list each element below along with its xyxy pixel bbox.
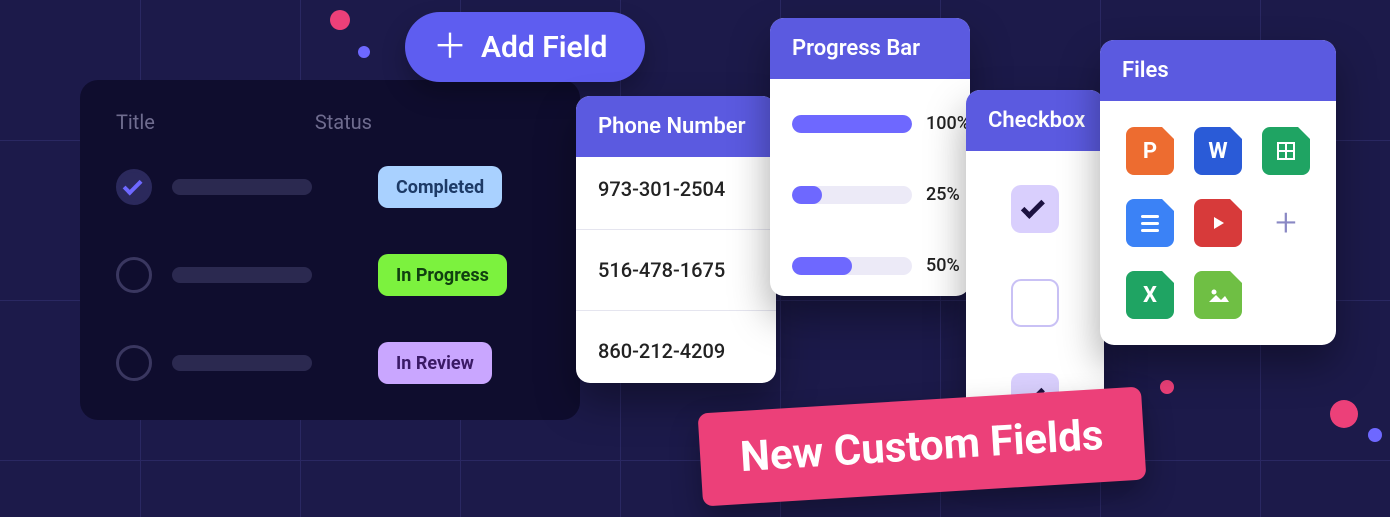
- phone-value: 973-301-2504: [598, 177, 754, 201]
- progress-track[interactable]: [792, 186, 912, 204]
- card-title: Checkbox: [966, 90, 1104, 151]
- banner-text: New Custom Fields: [739, 411, 1105, 482]
- add-field-label: Add Field: [481, 30, 607, 65]
- progress-row: 25%: [792, 184, 948, 205]
- status-badge[interactable]: In Review: [378, 342, 492, 384]
- progress-track[interactable]: [792, 257, 912, 275]
- task-row[interactable]: Completed: [116, 166, 544, 208]
- add-field-button[interactable]: ＋ Add Field: [405, 12, 645, 82]
- progress-bar-card: Progress Bar 100% 25% 50%: [770, 18, 970, 296]
- column-header-title: Title: [116, 110, 155, 134]
- powerpoint-file-icon[interactable]: P: [1126, 127, 1174, 175]
- task-table: Title Status Completed In Progress In Re…: [80, 80, 580, 420]
- task-row[interactable]: In Review: [116, 342, 544, 384]
- files-card: Files PW + X: [1100, 40, 1336, 345]
- progress-label: 50%: [926, 255, 960, 276]
- docs-file-icon[interactable]: [1126, 199, 1174, 247]
- decorative-dot: [1330, 400, 1358, 428]
- progress-fill: [792, 115, 912, 133]
- task-title-placeholder: [172, 355, 312, 371]
- progress-row: 100%: [792, 113, 948, 134]
- word-file-icon[interactable]: W: [1194, 127, 1242, 175]
- task-title-placeholder: [172, 179, 312, 195]
- video-file-icon[interactable]: [1194, 199, 1242, 247]
- decorative-dot: [1160, 380, 1174, 394]
- excel-file-icon[interactable]: X: [1126, 271, 1174, 319]
- phone-value: 860-212-4209: [598, 339, 754, 363]
- card-title: Progress Bar: [770, 18, 970, 79]
- decorative-dot: [330, 10, 350, 30]
- decorative-dot: [358, 46, 370, 58]
- progress-track[interactable]: [792, 115, 912, 133]
- status-badge[interactable]: In Progress: [378, 254, 507, 296]
- checkbox[interactable]: [1011, 185, 1059, 233]
- check-icon: [1021, 195, 1045, 219]
- task-checkbox[interactable]: [116, 345, 152, 381]
- check-icon: [123, 176, 143, 196]
- task-checkbox[interactable]: [116, 257, 152, 293]
- task-title-placeholder: [172, 267, 312, 283]
- sheets-file-icon[interactable]: [1262, 127, 1310, 175]
- plus-icon: ＋: [433, 30, 467, 64]
- image-file-icon[interactable]: [1194, 271, 1242, 319]
- task-row[interactable]: In Progress: [116, 254, 544, 296]
- card-title: Phone Number: [576, 96, 776, 157]
- phone-number-card: Phone Number 973-301-2504 516-478-1675 860…: [576, 96, 776, 383]
- decorative-dot: [1368, 428, 1382, 442]
- column-header-status: Status: [315, 110, 372, 134]
- card-title: Files: [1100, 40, 1336, 101]
- progress-row: 50%: [792, 255, 948, 276]
- status-badge[interactable]: Completed: [378, 166, 502, 208]
- progress-fill: [792, 257, 852, 275]
- task-checkbox[interactable]: [116, 169, 152, 205]
- progress-fill: [792, 186, 822, 204]
- checkbox[interactable]: [1011, 279, 1059, 327]
- phone-value: 516-478-1675: [598, 258, 754, 282]
- progress-label: 100%: [926, 113, 970, 134]
- progress-label: 25%: [926, 184, 960, 205]
- add-file-button[interactable]: +: [1262, 199, 1310, 247]
